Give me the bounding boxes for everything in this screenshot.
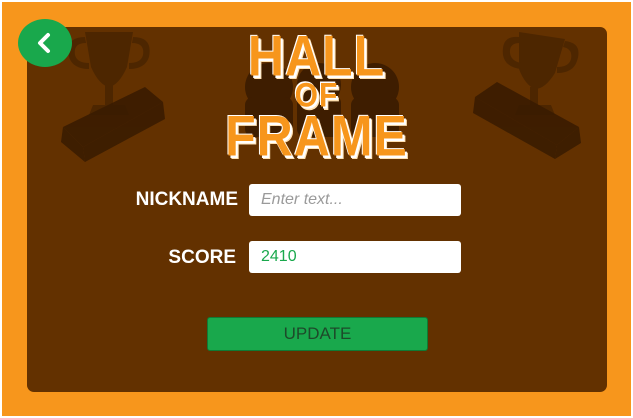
score-input[interactable]: 2410: [249, 241, 461, 273]
nickname-input[interactable]: Enter text...: [249, 184, 461, 216]
nickname-label: NICKNAME: [135, 189, 238, 210]
update-button[interactable]: UPDATE: [207, 317, 428, 351]
chevron-left-icon: [38, 33, 50, 53]
title-line-3: FRAME: [225, 103, 408, 169]
nickname-placeholder: Enter text...: [261, 191, 343, 208]
back-button[interactable]: [18, 19, 72, 67]
update-button-label: UPDATE: [283, 324, 352, 343]
score-label: SCORE: [168, 247, 236, 268]
score-value: 2410: [261, 248, 297, 265]
